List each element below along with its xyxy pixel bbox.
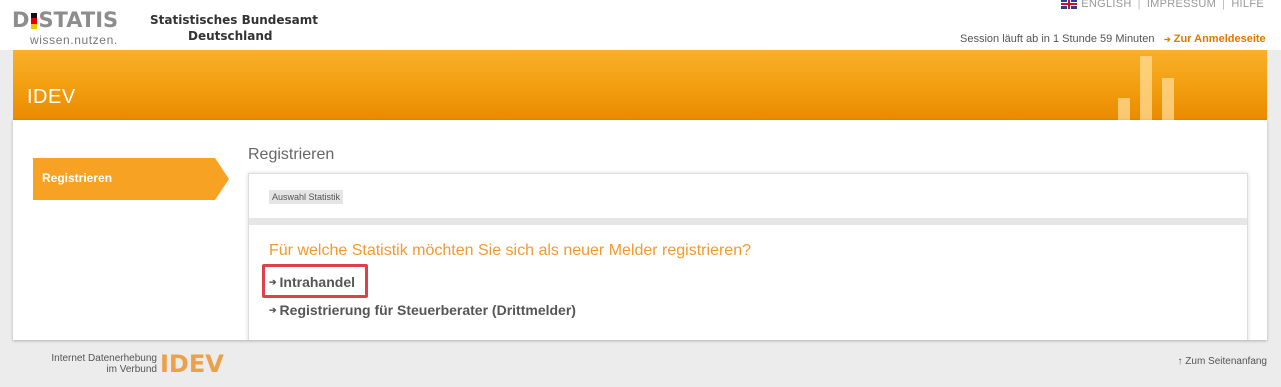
sidebar-item-registrieren[interactable]: Registrieren (33, 158, 231, 200)
destatis-logo[interactable]: D STATIS wissen.nutzen. (12, 9, 136, 47)
footer-brand-line-2: im Verbund (106, 364, 157, 375)
arrow-right-icon: ➔ (269, 304, 277, 315)
org-line-1: Statistisches Bundesamt (150, 13, 319, 27)
footer-idev-logo: Internet Datenerhebung im Verbund IDEV (37, 350, 223, 378)
footer-brand-line-1: Internet Datenerhebung (51, 353, 157, 364)
content-panel: Auswahl Statistik Für welche Statistik m… (248, 173, 1248, 340)
logo-word-suffix: STATIS (38, 8, 119, 32)
highlight-box (262, 264, 368, 298)
separator: | (1137, 0, 1141, 10)
hilfe-link[interactable]: HILFE (1231, 0, 1264, 10)
impressum-link[interactable]: IMPRESSUM (1147, 0, 1216, 10)
session-timeout-text: Session läuft ab in 1 Stunde 59 Minuten (960, 33, 1155, 45)
separator: | (1222, 0, 1226, 10)
decorative-bar (1162, 78, 1174, 120)
sidebar-item-label: Registrieren (42, 171, 113, 185)
logo-word-prefix: D (12, 8, 30, 32)
uk-flag-icon (1061, 0, 1078, 9)
divider (249, 218, 1247, 225)
main-card: Registrieren Registrieren Auswahl Statis… (13, 120, 1267, 340)
organization-name: Statistisches Bundesamt Deutschland (150, 12, 318, 44)
decorative-bar (1140, 56, 1152, 120)
link-label: Registrierung für Steuerberater (Drittme… (279, 302, 576, 318)
top-bar: D STATIS wissen.nutzen. Statistisches Bun… (0, 0, 1281, 50)
english-link[interactable]: ENGLISH (1061, 0, 1131, 10)
login-page-label: Zur Anmeldeseite (1173, 33, 1266, 45)
login-page-link[interactable]: ➔ Zur Anmeldeseite (1164, 33, 1266, 45)
nav-item-arrow-tip (215, 158, 229, 200)
top-links: ENGLISH | IMPRESSUM | HILFE (1061, 0, 1264, 10)
breadcrumb: Auswahl Statistik (269, 190, 344, 204)
app-header: IDEV (13, 50, 1267, 120)
german-flag-icon (31, 13, 37, 29)
footer-brand-text: Internet Datenerhebung im Verbund (37, 353, 157, 375)
steuerberater-registration-link[interactable]: ➔ Registrierung für Steuerberater (Dritt… (269, 302, 576, 318)
logo-wordmark: D STATIS (12, 9, 118, 31)
decorative-bar (1118, 98, 1130, 120)
footer-brand-word: IDEV (160, 350, 224, 378)
logo-tagline: wissen.nutzen. (30, 33, 118, 47)
page-title: Registrieren (248, 146, 335, 163)
registration-question: Für welche Statistik möchten Sie sich al… (269, 242, 751, 259)
org-line-2: Deutschland (188, 29, 273, 43)
back-to-top-link[interactable]: ↑ Zum Seitenanfang (1178, 356, 1268, 367)
arrow-right-icon: ➔ (1164, 35, 1171, 44)
english-label: ENGLISH (1081, 0, 1132, 10)
app-title: IDEV (27, 86, 76, 108)
